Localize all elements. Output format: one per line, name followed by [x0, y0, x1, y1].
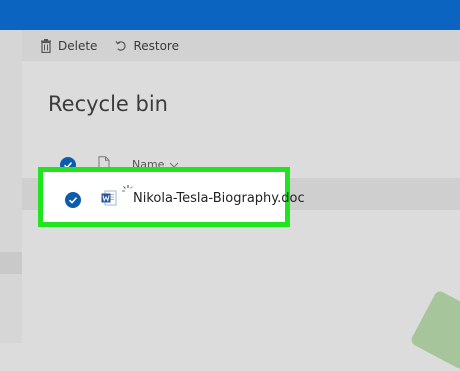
restore-icon: [115, 39, 127, 53]
left-rail-selected-item[interactable]: [0, 252, 22, 274]
delete-button[interactable]: Delete: [40, 38, 98, 53]
restore-button[interactable]: Restore: [115, 39, 179, 53]
row-select-checkbox[interactable]: [65, 192, 81, 208]
checkmark-icon: [68, 197, 78, 204]
trash-icon: [40, 38, 52, 53]
delete-label: Delete: [58, 38, 98, 53]
command-bar: Delete Restore: [22, 30, 460, 61]
busy-cursor-icon: [122, 182, 134, 201]
page-title: Recycle bin: [48, 92, 168, 116]
restore-label: Restore: [133, 38, 179, 53]
word-doc-icon: [101, 190, 117, 210]
list-item[interactable]: Nikola-Tesla-Biography.doc: [38, 167, 305, 227]
file-name[interactable]: Nikola-Tesla-Biography.doc: [133, 191, 305, 206]
left-navigation-rail: [0, 30, 23, 343]
app-header-bar: [0, 0, 460, 30]
